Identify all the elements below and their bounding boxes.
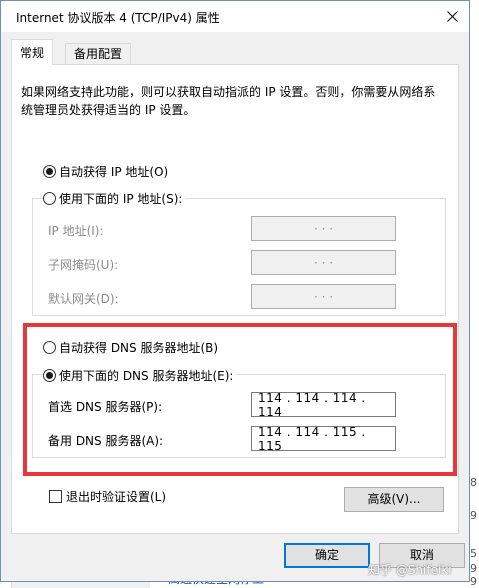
alternate-dns-label: 备用 DNS 服务器(A): [48, 434, 164, 448]
background-number: 9 [470, 562, 477, 575]
radio-selected-dot [46, 372, 53, 379]
alternate-dns-field[interactable]: 114 . 114 . 115 . 115 [251, 424, 396, 453]
validate-settings-label: 退出时验证设置(L) [66, 490, 167, 504]
default-gateway-field[interactable]: · · · [251, 284, 396, 309]
radio-manual-ip-label: 使用下面的 IP 地址(S): [59, 192, 183, 206]
default-gateway-label: 默认网关(D): [48, 292, 119, 306]
subnet-mask-dots: · · · [313, 255, 334, 270]
subnet-mask-field[interactable]: · · · [251, 250, 396, 275]
ip-address-dots: · · · [313, 221, 334, 236]
radio-manual-dns-label: 使用下面的 DNS 服务器地址(E): [59, 369, 234, 383]
background-number: 8 [470, 476, 477, 489]
close-button[interactable] [435, 1, 469, 32]
title-bar[interactable]: Internet 协议版本 4 (TCP/IPv4) 属性 [1, 1, 469, 32]
subnet-mask-label: 子网掩码(U): [48, 258, 119, 272]
ipv4-properties-dialog: Internet 协议版本 4 (TCP/IPv4) 属性 常规 备用配置 如果… [0, 0, 470, 582]
background-window-right: 8 9 5 9 9 [470, 0, 479, 588]
preferred-dns-value: 114 . 114 . 114 . 114 [258, 390, 366, 419]
ip-address-field[interactable]: · · · [251, 216, 396, 241]
radio-button[interactable] [43, 192, 56, 205]
close-icon [446, 11, 458, 22]
description-text: 如果网络支持此功能，则可以获取自动指派的 IP 设置。否则，你需要从网络系统管理… [21, 85, 436, 117]
radio-button[interactable] [43, 165, 56, 178]
preferred-dns-field[interactable]: 114 . 114 . 114 . 114 [251, 390, 396, 419]
radio-manual-dns[interactable]: 使用下面的 DNS 服务器地址(E): [43, 367, 237, 384]
radio-auto-ip[interactable]: 自动获得 IP 地址(O) [43, 163, 168, 180]
radio-auto-dns[interactable]: 自动获得 DNS 服务器地址(B) [43, 339, 218, 356]
ok-button[interactable]: 确定 [284, 543, 370, 568]
radio-manual-ip[interactable]: 使用下面的 IP 地址(S): [43, 190, 186, 207]
background-number: 9 [470, 509, 477, 522]
ip-address-label: IP 地址(I): [48, 224, 104, 238]
radio-button[interactable] [43, 341, 56, 354]
advanced-button[interactable]: 高级(V)... [344, 487, 444, 512]
tab-alternate-config[interactable]: 备用配置 [65, 43, 132, 65]
tab-general[interactable]: 常规 [11, 39, 54, 65]
radio-auto-ip-label: 自动获得 IP 地址(O) [59, 165, 169, 179]
background-number: 5 [470, 547, 477, 560]
radio-button[interactable] [43, 369, 56, 382]
radio-selected-dot [46, 168, 53, 175]
validate-settings-checkbox[interactable] [49, 490, 62, 503]
alternate-dns-value: 114 . 114 . 115 . 115 [258, 424, 366, 453]
window-title: Internet 协议版本 4 (TCP/IPv4) 属性 [16, 11, 220, 25]
default-gateway-dots: · · · [313, 289, 334, 304]
validate-settings-checkbox-row[interactable]: 退出时验证设置(L) [49, 488, 166, 505]
radio-auto-dns-label: 自动获得 DNS 服务器地址(B) [59, 341, 219, 355]
background-number: 9 [470, 575, 477, 588]
preferred-dns-label: 首选 DNS 服务器(P): [48, 400, 163, 414]
watermark-text: 知乎 @Shifeiki [368, 563, 452, 577]
